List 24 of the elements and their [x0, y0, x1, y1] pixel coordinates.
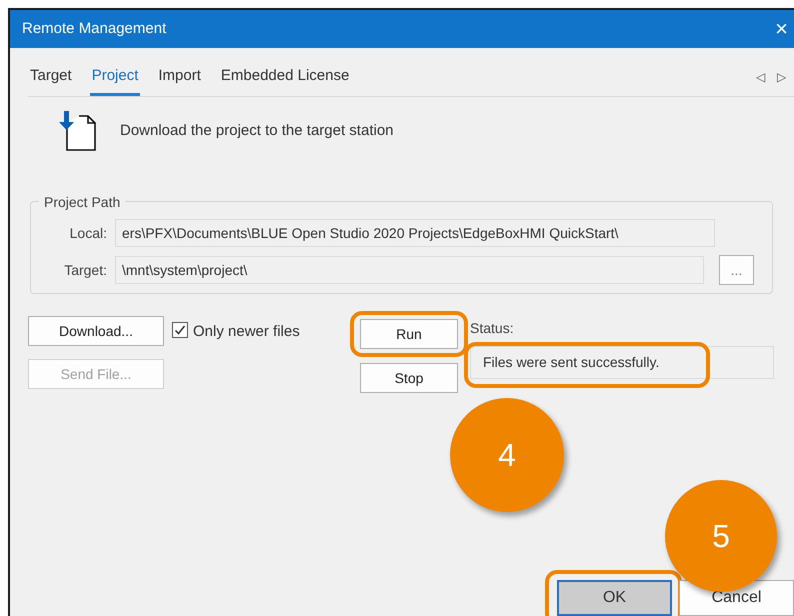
tab[interactable]: Target	[28, 64, 74, 96]
checkbox-label: Only newer files	[193, 322, 300, 342]
download-file-icon	[58, 111, 96, 151]
run-button[interactable]: Run	[360, 319, 458, 349]
ok-button[interactable]: OK	[557, 580, 672, 616]
window-title: Remote Management	[22, 18, 166, 39]
field-label: Target:	[63, 260, 108, 280]
instruction-text: Download the project to the target station	[120, 120, 394, 141]
close-button[interactable]: ×	[775, 18, 788, 40]
step-badge: 4	[450, 398, 564, 512]
status-label: Status:	[470, 320, 514, 336]
tab-scroll-button[interactable]: ▷	[777, 68, 786, 86]
checkbox[interactable]	[172, 322, 188, 338]
download-button[interactable]: Download...	[28, 316, 164, 346]
local-path-field[interactable]: ers\PFX\Documents\BLUE Open Studio 2020 Projects\EdgeBoxHMI QuickStart\	[115, 219, 715, 247]
status-field: Files were sent successfully.	[470, 346, 774, 379]
field-label: Local:	[68, 224, 108, 242]
stop-button[interactable]: Stop	[360, 363, 458, 393]
tab[interactable]: Embedded License	[218, 64, 352, 96]
tab-scroll-button[interactable]: ◁	[756, 68, 765, 86]
step-badge: 5	[665, 480, 777, 592]
tab[interactable]: Project	[90, 64, 140, 96]
tab[interactable]: Import	[156, 64, 203, 96]
target-path-field[interactable]: \mnt\system\project\	[115, 256, 704, 284]
